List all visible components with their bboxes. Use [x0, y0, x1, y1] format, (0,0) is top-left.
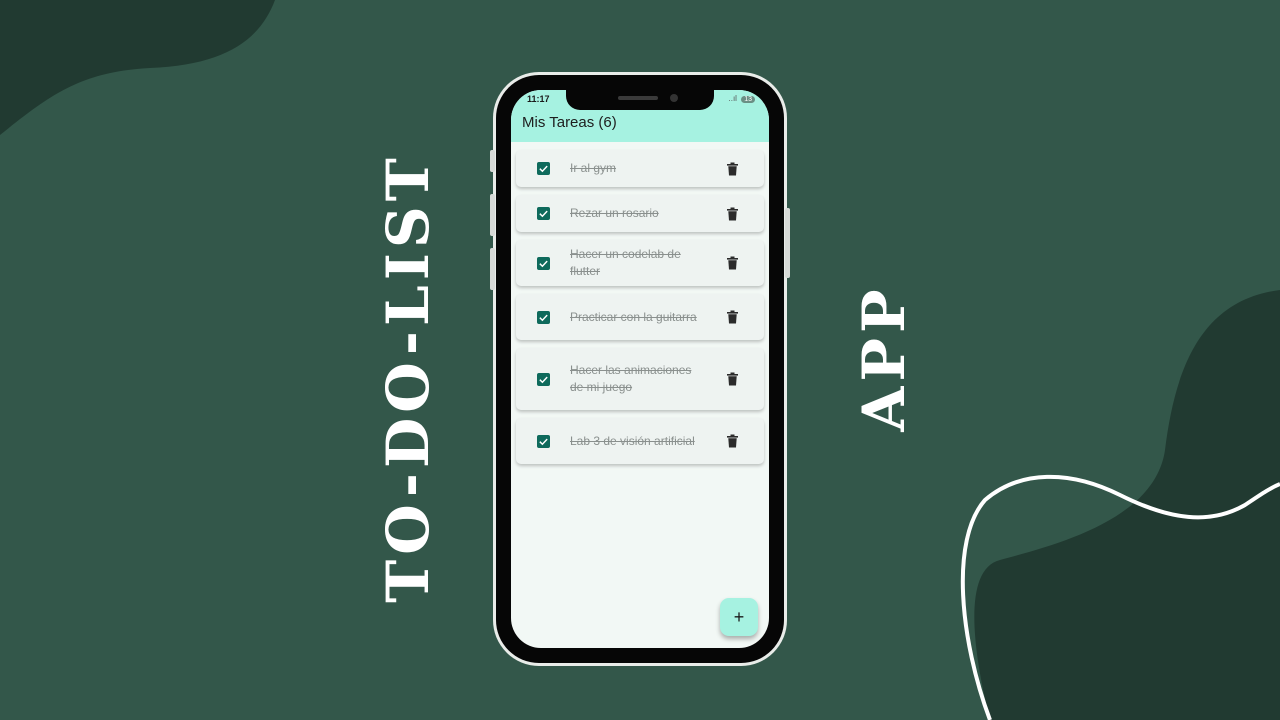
task-checkbox[interactable] — [537, 372, 550, 386]
banner-title-right: APP — [850, 284, 918, 432]
check-icon — [539, 438, 548, 445]
top-left-blob — [0, 0, 275, 135]
trash-icon[interactable] — [727, 434, 738, 448]
status-icons: ..ıl 13 — [729, 94, 755, 103]
task-text: Hacer un codelab de flutter — [570, 247, 681, 278]
phone-bezel: 11:17 ..ıl 13 Mis Tareas (6) Ir al gym R… — [496, 75, 784, 663]
trash-icon[interactable] — [727, 310, 738, 324]
task-card[interactable]: Rezar un rosario — [516, 195, 764, 232]
check-icon — [539, 210, 548, 218]
speaker — [618, 96, 658, 100]
task-card[interactable]: Ir al gym — [516, 150, 764, 187]
app-screen: 11:17 ..ıl 13 Mis Tareas (6) Ir al gym R… — [511, 90, 769, 648]
banner-title-left: TO-DO-LIST — [374, 153, 442, 603]
task-checkbox[interactable] — [537, 256, 550, 270]
phone-button — [490, 194, 495, 236]
task-card[interactable]: Practicar con la guitarra — [516, 294, 764, 340]
trash-icon[interactable] — [727, 256, 738, 270]
task-card[interactable]: Lab 3 de visión artificial — [516, 418, 764, 464]
page-title: Mis Tareas (6) — [522, 114, 617, 131]
phone-button — [785, 208, 790, 278]
check-icon — [539, 165, 548, 173]
plus-icon: + — [733, 606, 745, 627]
task-checkbox[interactable] — [537, 434, 550, 448]
status-time: 11:17 — [527, 94, 550, 104]
trash-icon[interactable] — [727, 207, 738, 220]
phone-mockup: 11:17 ..ıl 13 Mis Tareas (6) Ir al gym R… — [490, 72, 790, 666]
trash-icon[interactable] — [727, 372, 738, 386]
task-text: Ir al gym — [570, 161, 617, 175]
add-task-button[interactable]: + — [720, 598, 758, 636]
signal-icon: ..ıl — [728, 94, 737, 103]
phone-notch — [566, 90, 714, 110]
battery-icon: 13 — [741, 96, 755, 103]
task-checkbox[interactable] — [537, 207, 550, 220]
task-checkbox[interactable] — [537, 162, 550, 175]
camera-icon — [670, 94, 678, 102]
task-text: Lab 3 de visión artificial — [570, 433, 695, 448]
task-text: Practicar con la guitarra — [570, 309, 697, 324]
trash-icon[interactable] — [727, 162, 738, 175]
check-icon — [539, 376, 548, 383]
task-card[interactable]: Hacer un codelab de flutter — [516, 240, 764, 286]
phone-button — [490, 150, 495, 172]
task-text: Rezar un rosario — [570, 206, 659, 220]
task-list: Ir al gym Rezar un rosario Hacer un code… — [516, 150, 764, 472]
check-icon — [539, 314, 548, 321]
task-checkbox[interactable] — [537, 310, 550, 324]
task-text: Hacer las animaciones de mi juego — [570, 363, 692, 394]
check-icon — [539, 260, 548, 267]
bottom-right-blob — [974, 290, 1280, 720]
task-card[interactable]: Hacer las animaciones de mi juego — [516, 348, 764, 410]
phone-button — [490, 248, 495, 290]
